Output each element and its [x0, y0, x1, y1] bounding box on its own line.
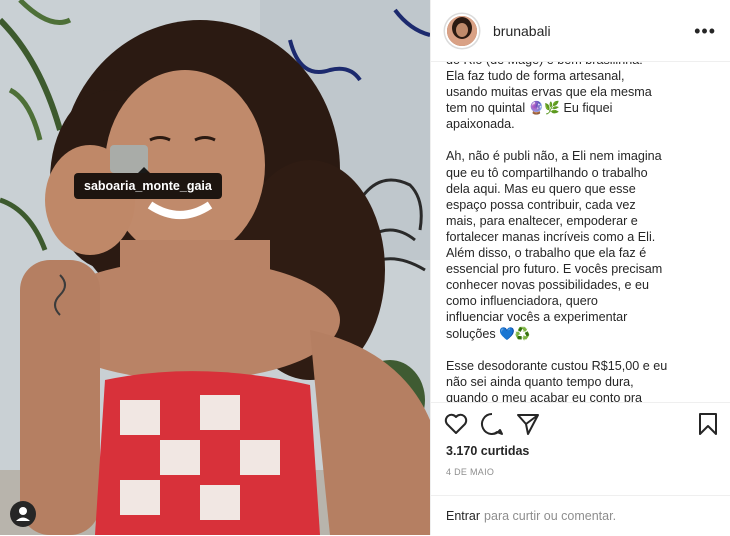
caption-paragraph: Ah, não é publi não, a Eli nem imagina q… [446, 149, 663, 341]
post-actions: 3.170 curtidas 4 DE MAIO Entrar para cur… [431, 402, 730, 536]
comment-icon[interactable] [479, 411, 505, 437]
post-photo[interactable]: saboaria_monte_gaia [0, 0, 430, 535]
post-image [0, 0, 430, 535]
tagged-user-icon[interactable] [10, 501, 36, 527]
comment-bar: Entrar para curtir ou comentar. [431, 495, 730, 536]
more-icon[interactable]: ••• [694, 22, 716, 40]
post-header: brunabali ••• [431, 0, 730, 62]
caption-text: do Rio (de Magé) e bem brasilinha! Ela f… [446, 62, 701, 402]
heart-icon[interactable] [443, 411, 469, 437]
share-icon[interactable] [515, 411, 541, 437]
login-link[interactable]: Entrar [446, 509, 480, 523]
avatar[interactable] [445, 13, 479, 48]
bookmark-icon[interactable] [695, 411, 721, 437]
like-count[interactable]: 3.170 curtidas [446, 444, 529, 458]
photo-tag[interactable]: saboaria_monte_gaia [74, 167, 222, 199]
post-panel: brunabali ••• do Rio (de Magé) e bem bra… [430, 0, 730, 535]
post-date[interactable]: 4 DE MAIO [446, 467, 494, 477]
username-link[interactable]: brunabali [493, 23, 551, 39]
caption-area: do Rio (de Magé) e bem brasilinha! Ela f… [431, 62, 730, 402]
action-icons [443, 411, 719, 441]
caption-paragraph: do Rio (de Magé) e bem brasilinha! Ela f… [446, 62, 652, 132]
caption-paragraph: Esse desodorante custou R$15,00 e eu não… [446, 358, 668, 402]
comment-prompt: para curtir ou comentar. [484, 509, 617, 523]
